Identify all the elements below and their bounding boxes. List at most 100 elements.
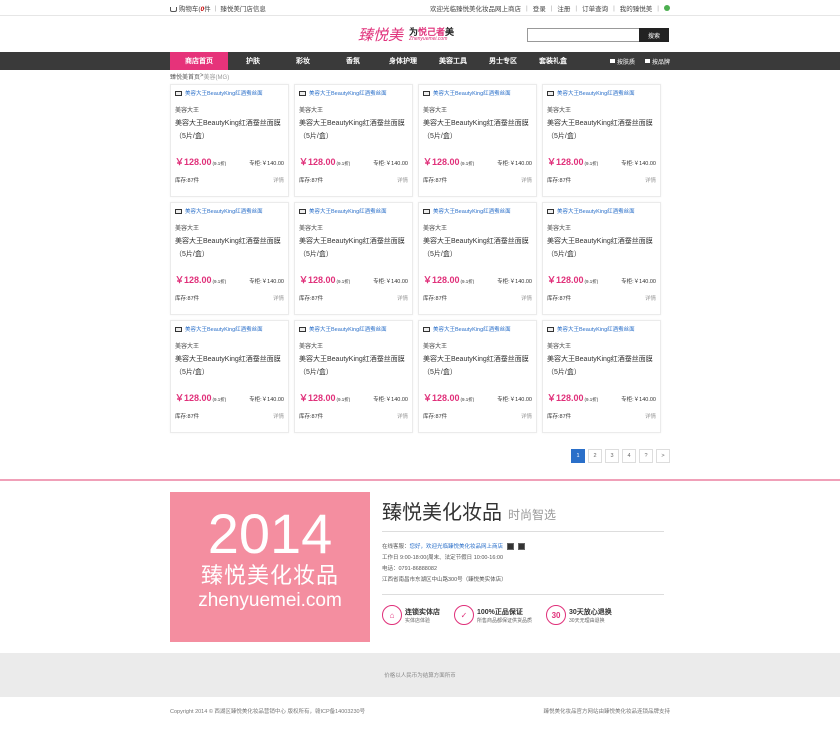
product-image[interactable]: 美容大王BeautyKing红酒蚕丝面	[547, 207, 656, 215]
product-name[interactable]: 美容大王BeautyKing红酒蚕丝面膜（5片/盒）	[423, 117, 532, 145]
broken-image-icon	[547, 90, 554, 96]
product-card[interactable]: 美容大王BeautyKing红酒蚕丝面 美容大王 美容大王BeautyKing红…	[542, 320, 661, 433]
product-name[interactable]: 美容大王BeautyKing红酒蚕丝面膜（5片/盒）	[547, 235, 656, 263]
search-input[interactable]	[527, 28, 639, 42]
product-image[interactable]: 美容大王BeautyKing红酒蚕丝面	[423, 207, 532, 215]
online-service-link[interactable]: 您好，欢迎光临臻悦美化妆品网上商店	[410, 544, 504, 550]
counter-price: 专柜:￥140.00	[497, 161, 532, 167]
product-card[interactable]: 美容大王BeautyKing红酒蚕丝面 美容大王 美容大王BeautyKing红…	[542, 84, 661, 197]
detail-link[interactable]: 详情	[521, 412, 532, 420]
product-card[interactable]: 美容大王BeautyKing红酒蚕丝面 美容大王 美容大王BeautyKing红…	[418, 320, 537, 433]
nav-body-care[interactable]: 身体护理	[378, 52, 428, 70]
product-name[interactable]: 美容大王BeautyKing红酒蚕丝面膜（5片/盒）	[299, 235, 408, 263]
broken-image-icon	[175, 326, 182, 332]
product-image[interactable]: 美容大王BeautyKing红酒蚕丝面	[547, 89, 656, 97]
product-stock: 库存:87件	[175, 296, 200, 302]
cart-link[interactable]: 购物车(0件	[170, 3, 211, 13]
detail-link[interactable]: 详情	[397, 176, 408, 184]
page-button[interactable]: 3	[605, 449, 619, 463]
counter-price: 专柜:￥140.00	[373, 397, 408, 403]
product-brand: 美容大王	[175, 226, 200, 232]
product-name[interactable]: 美容大王BeautyKing红酒蚕丝面膜（5片/盒）	[175, 235, 284, 263]
product-price: ￥128.00	[423, 157, 460, 167]
detail-link[interactable]: 详情	[273, 176, 284, 184]
broken-image-icon	[547, 208, 554, 214]
page-button[interactable]: 1	[571, 449, 585, 463]
detail-link[interactable]: 详情	[521, 294, 532, 302]
detail-link[interactable]: 详情	[273, 294, 284, 302]
product-image[interactable]: 美容大王BeautyKing红酒蚕丝面	[547, 325, 656, 333]
nav-makeup[interactable]: 彩妆	[278, 52, 328, 70]
detail-link[interactable]: 详情	[645, 412, 656, 420]
logo[interactable]: 臻悦美 为悦己者美 Zhenyuemei.com	[358, 24, 454, 45]
product-name[interactable]: 美容大王BeautyKing红酒蚕丝面膜（5片/盒）	[423, 353, 532, 381]
order-query-link[interactable]: 订单查询	[582, 3, 608, 13]
product-name[interactable]: 美容大王BeautyKing红酒蚕丝面膜（5片/盒）	[547, 353, 656, 381]
by-effect-link[interactable]: 按肤质	[609, 57, 635, 66]
product-brand: 美容大王	[547, 226, 572, 232]
product-card[interactable]: 美容大王BeautyKing红酒蚕丝面 美容大王 美容大王BeautyKing红…	[170, 84, 289, 197]
product-price: ￥128.00	[175, 275, 212, 285]
product-name[interactable]: 美容大王BeautyKing红酒蚕丝面膜（5片/盒）	[175, 117, 284, 145]
product-image[interactable]: 美容大王BeautyKing红酒蚕丝面	[175, 207, 284, 215]
next-page-button[interactable]: >	[656, 449, 670, 463]
product-card[interactable]: 美容大王BeautyKing红酒蚕丝面 美容大王 美容大王BeautyKing红…	[294, 202, 413, 315]
product-price: ￥128.00	[175, 157, 212, 167]
product-name[interactable]: 美容大王BeautyKing红酒蚕丝面膜（5片/盒）	[175, 353, 284, 381]
product-card[interactable]: 美容大王BeautyKing红酒蚕丝面 美容大王 美容大王BeautyKing红…	[418, 84, 537, 197]
product-brand: 美容大王	[423, 108, 448, 114]
product-brand: 美容大王	[547, 344, 572, 350]
product-card[interactable]: 美容大王BeautyKing红酒蚕丝面 美容大王 美容大王BeautyKing红…	[418, 202, 537, 315]
product-name[interactable]: 美容大王BeautyKing红酒蚕丝面膜（5片/盒）	[299, 117, 408, 145]
login-link[interactable]: 登录	[533, 3, 546, 13]
nav-skincare[interactable]: 护肤	[228, 52, 278, 70]
product-image[interactable]: 美容大王BeautyKing红酒蚕丝面	[423, 325, 532, 333]
product-card[interactable]: 美容大王BeautyKing红酒蚕丝面 美容大王 美容大王BeautyKing红…	[294, 320, 413, 433]
phone: 电话：0791-86888082	[382, 566, 438, 572]
product-image[interactable]: 美容大王BeautyKing红酒蚕丝面	[175, 89, 284, 97]
nav-gift-sets[interactable]: 套装礼盒	[528, 52, 578, 70]
product-image[interactable]: 美容大王BeautyKing红酒蚕丝面	[299, 207, 408, 215]
broken-image-icon	[299, 326, 306, 332]
product-name[interactable]: 美容大王BeautyKing红酒蚕丝面膜（5片/盒）	[299, 353, 408, 381]
product-stock: 库存:87件	[423, 178, 448, 184]
detail-link[interactable]: 详情	[645, 294, 656, 302]
detail-link[interactable]: 详情	[645, 176, 656, 184]
nav-beauty-tools[interactable]: 美容工具	[428, 52, 478, 70]
product-image[interactable]: 美容大王BeautyKing红酒蚕丝面	[423, 89, 532, 97]
leaf-icon[interactable]	[664, 5, 670, 11]
product-card[interactable]: 美容大王BeautyKing红酒蚕丝面 美容大王 美容大王BeautyKing红…	[170, 320, 289, 433]
support-text: 臻悦美化妆品官方网站由臻悦美化妆品连锁品牌支持	[543, 709, 670, 715]
page-button[interactable]: 4	[622, 449, 636, 463]
product-price: ￥128.00	[423, 275, 460, 285]
register-link[interactable]: 注册	[557, 3, 570, 13]
my-account-link[interactable]: 我的臻悦美	[620, 3, 653, 13]
product-name[interactable]: 美容大王BeautyKing红酒蚕丝面膜（5片/盒）	[547, 117, 656, 145]
page-button[interactable]: ?	[639, 449, 653, 463]
product-name[interactable]: 美容大王BeautyKing红酒蚕丝面膜（5片/盒）	[423, 235, 532, 263]
qq-icon[interactable]	[506, 543, 514, 551]
product-image[interactable]: 美容大王BeautyKing红酒蚕丝面	[175, 325, 284, 333]
detail-link[interactable]: 详情	[521, 176, 532, 184]
product-card[interactable]: 美容大王BeautyKing红酒蚕丝面 美容大王 美容大王BeautyKing红…	[170, 202, 289, 315]
product-card[interactable]: 美容大王BeautyKing红酒蚕丝面 美容大王 美容大王BeautyKing红…	[542, 202, 661, 315]
search-button[interactable]: 搜索	[639, 28, 669, 42]
product-image[interactable]: 美容大王BeautyKing红酒蚕丝面	[299, 325, 408, 333]
detail-link[interactable]: 详情	[273, 412, 284, 420]
qq-icon[interactable]	[517, 543, 525, 551]
page-button[interactable]: 2	[588, 449, 602, 463]
product-price: ￥128.00	[547, 275, 584, 285]
nav-men[interactable]: 男士专区	[478, 52, 528, 70]
product-card[interactable]: 美容大王BeautyKing红酒蚕丝面 美容大王 美容大王BeautyKing红…	[294, 84, 413, 197]
by-brand-link[interactable]: 按品牌	[644, 57, 670, 66]
detail-link[interactable]: 详情	[397, 412, 408, 420]
breadcrumb-home[interactable]: 臻悦美首页	[170, 72, 200, 81]
store-info-link[interactable]: 臻悦美门店信息	[220, 3, 266, 13]
product-image[interactable]: 美容大王BeautyKing红酒蚕丝面	[299, 89, 408, 97]
nav-fragrance[interactable]: 香氛	[328, 52, 378, 70]
counter-price: 专柜:￥140.00	[249, 397, 284, 403]
detail-link[interactable]: 详情	[397, 294, 408, 302]
pagination: 1 2 3 4? >	[170, 449, 670, 463]
product-stock: 库存:87件	[175, 414, 200, 420]
nav-home[interactable]: 商店首页	[170, 52, 228, 70]
